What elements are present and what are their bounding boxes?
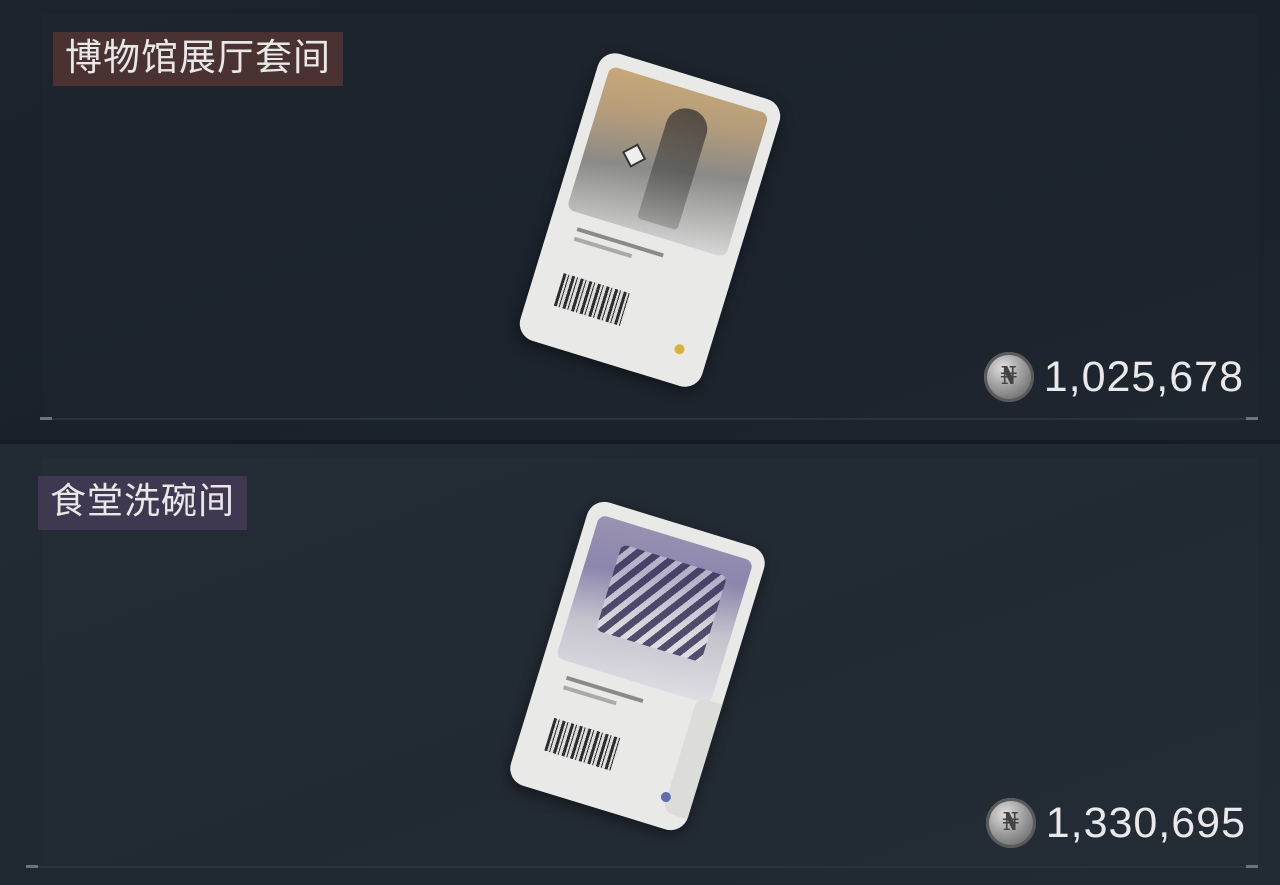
item-card-museum-suite[interactable]: 博物馆展厅套间 ₦ 1,025,678 [0, 0, 1280, 440]
card-text-line [573, 236, 633, 259]
card-artwork [566, 65, 770, 258]
silhouette-graphic [636, 103, 713, 231]
item-name-label: 食堂洗碗间 [38, 476, 248, 530]
barcode-graphic [553, 273, 631, 327]
price-display: ₦ 1,025,678 [983, 352, 1244, 402]
item-name-label: 博物馆展厅套间 [53, 32, 343, 86]
barcode-graphic [544, 717, 622, 771]
price-value: 1,330,695 [1045, 798, 1246, 847]
silver-coin-icon: ₦ [983, 352, 1034, 402]
price-display: ₦ 1,330,695 [985, 798, 1246, 848]
item-card-canteen-dishroom[interactable]: 食堂洗碗间 ₦ 1,330,695 [0, 444, 1280, 885]
silver-coin-icon: ₦ [985, 798, 1036, 848]
price-value: 1,025,678 [1043, 352, 1244, 401]
diamond-mark-icon [621, 143, 647, 168]
panel-divider [40, 417, 1258, 420]
panel-divider [26, 865, 1258, 868]
chip-dot-icon [673, 343, 686, 356]
card-artwork [555, 514, 754, 705]
stripe-graphic [595, 544, 728, 663]
